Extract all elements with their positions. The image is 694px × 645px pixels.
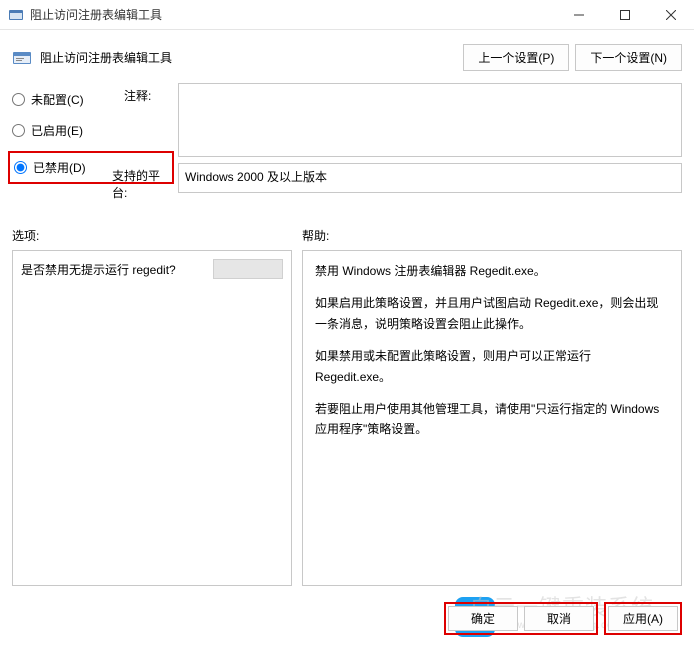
fields-column: 注释: 支持的平台: Windows 2000 及以上版本 <box>172 83 682 207</box>
titlebar: 阻止访问注册表编辑工具 <box>0 0 694 30</box>
maximize-button[interactable] <box>602 0 648 29</box>
options-panel: 是否禁用无提示运行 regedit? <box>12 250 292 586</box>
radio-enabled-input[interactable] <box>12 124 25 137</box>
footer-buttons: 确定 取消 应用(A) <box>444 602 682 635</box>
apply-button[interactable]: 应用(A) <box>608 606 678 631</box>
help-paragraph-4: 若要阻止用户使用其他管理工具，请使用"只运行指定的 Windows 应用程序"策… <box>315 399 669 440</box>
comment-label: 注释: <box>124 83 178 157</box>
help-label: 帮助: <box>302 227 682 244</box>
help-paragraph-1: 禁用 Windows 注册表编辑器 Regedit.exe。 <box>315 261 669 281</box>
page-title: 阻止访问注册表编辑工具 <box>40 49 463 66</box>
next-setting-button[interactable]: 下一个设置(N) <box>575 44 682 71</box>
platform-label: 支持的平台: <box>112 163 178 201</box>
app-icon <box>8 7 24 23</box>
window-title: 阻止访问注册表编辑工具 <box>30 6 556 23</box>
option-regedit-prompt: 是否禁用无提示运行 regedit? <box>21 259 283 279</box>
radio-disabled-label: 已禁用(D) <box>33 159 86 176</box>
help-paragraph-3: 如果禁用或未配置此策略设置，则用户可以正常运行 Regedit.exe。 <box>315 346 669 387</box>
option-regedit-label: 是否禁用无提示运行 regedit? <box>21 261 176 278</box>
cancel-button[interactable]: 取消 <box>524 606 594 631</box>
comment-textarea[interactable] <box>178 83 682 157</box>
options-label: 选项: <box>12 227 302 244</box>
radio-disabled-input[interactable] <box>14 161 27 174</box>
prev-setting-button[interactable]: 上一个设置(P) <box>463 44 569 71</box>
platform-field[interactable]: Windows 2000 及以上版本 <box>178 163 682 193</box>
ok-button[interactable]: 确定 <box>448 606 518 631</box>
policy-icon <box>12 48 32 68</box>
close-button[interactable] <box>648 0 694 29</box>
config-section: 未配置(C) 已启用(E) 已禁用(D) 注释: 支持的平台: Windows … <box>0 83 694 207</box>
highlight-apply: 应用(A) <box>604 602 682 635</box>
help-panel[interactable]: 禁用 Windows 注册表编辑器 Regedit.exe。 如果启用此策略设置… <box>302 250 682 586</box>
radio-not-configured-label: 未配置(C) <box>31 91 84 108</box>
lower-section: 是否禁用无提示运行 regedit? 禁用 Windows 注册表编辑器 Reg… <box>0 250 694 586</box>
section-labels: 选项: 帮助: <box>0 207 694 250</box>
option-regedit-select[interactable] <box>213 259 283 279</box>
window-controls <box>556 0 694 29</box>
header: 阻止访问注册表编辑工具 上一个设置(P) 下一个设置(N) <box>0 30 694 79</box>
radio-not-configured-input[interactable] <box>12 93 25 106</box>
radio-enabled-label: 已启用(E) <box>31 122 83 139</box>
highlight-ok-cancel: 确定 取消 <box>444 602 598 635</box>
help-paragraph-2: 如果启用此策略设置，并且用户试图启动 Regedit.exe，则会出现一条消息，… <box>315 293 669 334</box>
minimize-button[interactable] <box>556 0 602 29</box>
